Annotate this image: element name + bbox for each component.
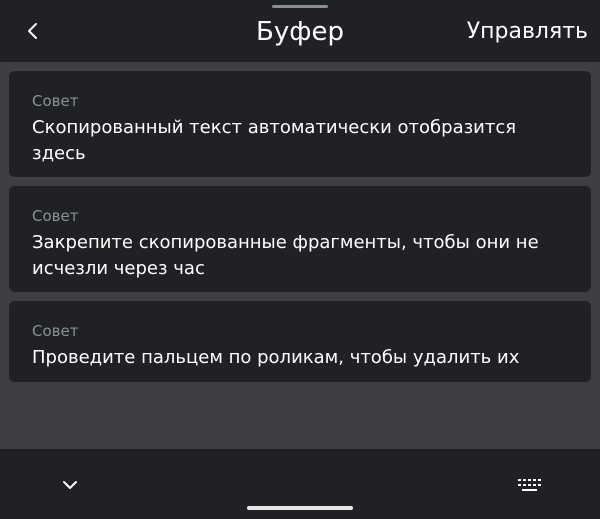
- manage-button[interactable]: Управлять: [467, 17, 588, 47]
- tip-card[interactable]: Совет Скопированный текст автоматически …: [9, 71, 591, 177]
- tip-text: Проведите пальцем по роликам, чтобы удал…: [32, 347, 520, 368]
- clipboard-screen: Буфер Управлять Совет Скопированный текс…: [0, 0, 600, 519]
- collapse-button[interactable]: [56, 471, 84, 499]
- home-indicator[interactable]: [247, 506, 353, 510]
- tip-label: Совет: [32, 322, 79, 340]
- tip-card[interactable]: Совет Закрепите скопированные фрагменты,…: [9, 186, 591, 292]
- bottom-bar: [0, 449, 600, 519]
- clipboard-list[interactable]: Совет Скопированный текст автоматически …: [0, 62, 600, 449]
- chevron-down-icon: [63, 481, 77, 489]
- tip-label: Совет: [32, 92, 79, 110]
- header: Буфер Управлять: [0, 0, 600, 62]
- drag-handle[interactable]: [272, 5, 328, 8]
- keyboard-button[interactable]: [514, 473, 546, 497]
- tip-label: Совет: [32, 207, 79, 225]
- tip-card[interactable]: Совет Проведите пальцем по роликам, чтоб…: [9, 301, 591, 382]
- tip-text: Закрепите скопированные фрагменты, чтобы…: [32, 232, 539, 279]
- keyboard-icon: [518, 479, 541, 491]
- tip-text: Скопированный текст автоматически отобра…: [32, 117, 517, 164]
